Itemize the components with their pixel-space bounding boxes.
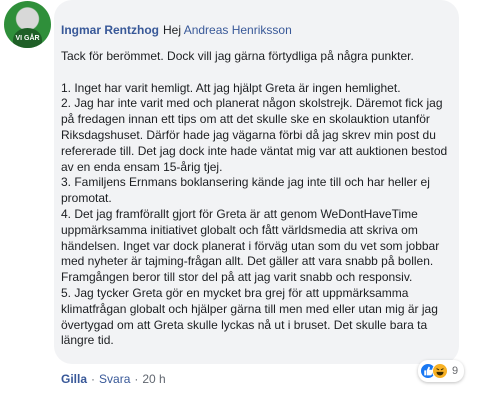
- comment-actions: Gilla · Svara · 20 h: [61, 371, 166, 387]
- separator-dot: ·: [134, 372, 139, 386]
- mention-link[interactable]: Andreas Henriksson: [184, 23, 292, 37]
- comment-body: Tack för berömmet. Dock vill jag gärna f…: [61, 49, 448, 348]
- reaction-count: 9: [452, 365, 459, 377]
- greeting-text: Hej: [163, 23, 182, 37]
- reactions-summary[interactable]: 9: [418, 360, 465, 382]
- comment-bubble: Ingmar Rentzhog Hej Andreas Henriksson Ta…: [54, 0, 459, 364]
- avatar-caption: VI GÅR: [15, 35, 40, 42]
- avatar[interactable]: VI GÅR: [4, 1, 51, 48]
- like-button[interactable]: Gilla: [61, 372, 87, 386]
- timestamp-link[interactable]: 20 h: [142, 372, 165, 386]
- haha-icon: [432, 363, 448, 379]
- separator-dot: ·: [91, 372, 96, 386]
- author-name-link[interactable]: Ingmar Rentzhog: [61, 23, 159, 37]
- comment-header: Ingmar Rentzhog Hej Andreas Henriksson: [61, 22, 449, 38]
- reply-button[interactable]: Svara: [99, 372, 130, 386]
